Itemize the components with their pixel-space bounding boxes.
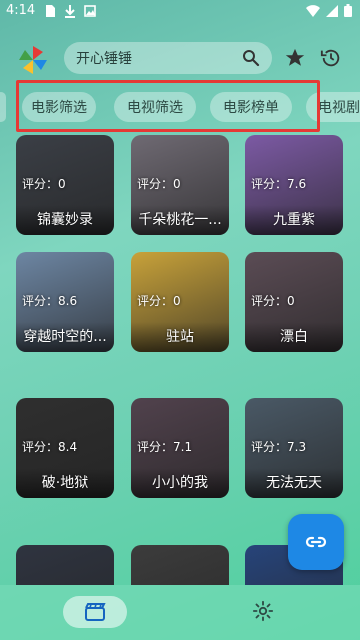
nav-settings-button[interactable] — [252, 600, 274, 626]
movie-score: 评分：0 — [251, 294, 295, 308]
movie-card[interactable] — [131, 545, 229, 585]
tab-partial-left[interactable] — [0, 92, 6, 122]
movie-title: 驻站 — [131, 322, 229, 352]
movie-title: 锦囊妙录 — [16, 205, 114, 235]
top-bar: 开心锤锤 — [0, 40, 360, 80]
movie-title: 穿越时空的... — [16, 322, 114, 352]
movie-card[interactable]: 评分：7.1 小小的我 — [131, 398, 229, 498]
movie-card[interactable]: 评分：8.6 穿越时空的... — [16, 252, 114, 352]
battery-icon — [344, 4, 352, 17]
movie-title: 破·地狱 — [16, 468, 114, 498]
movie-score: 评分：8.4 — [22, 440, 78, 454]
status-bar: 4:14 — [0, 0, 360, 24]
search-text: 开心锤锤 — [76, 51, 132, 67]
star-icon[interactable] — [284, 47, 306, 69]
movie-title: 无法无天 — [245, 468, 343, 498]
history-icon[interactable] — [320, 47, 342, 69]
nav-movies-button[interactable] — [63, 596, 127, 628]
movie-score: 评分：7.3 — [251, 440, 307, 454]
wifi-icon — [306, 4, 320, 17]
status-left-icons — [44, 4, 96, 18]
search-input[interactable]: 开心锤锤 — [64, 42, 272, 74]
movie-card[interactable]: 评分：7.6 九重紫 — [245, 135, 343, 235]
movie-card[interactable]: 评分：0 漂白 — [245, 252, 343, 352]
search-icon[interactable] — [242, 49, 260, 67]
movie-score: 评分：0 — [137, 294, 181, 308]
download-icon — [65, 5, 75, 18]
movie-title: 漂白 — [245, 322, 343, 352]
gear-icon — [252, 600, 274, 622]
movie-title: 九重紫 — [245, 205, 343, 235]
movie-score: 评分：0 — [137, 177, 181, 191]
movie-score: 评分：0 — [22, 177, 66, 191]
highlight-box — [16, 80, 320, 132]
movie-card[interactable] — [16, 545, 114, 585]
poster-image — [131, 545, 229, 585]
movie-score: 评分：7.1 — [137, 440, 193, 454]
sim-card-icon — [46, 5, 55, 17]
image-icon — [84, 5, 96, 17]
movie-score: 评分：7.6 — [251, 177, 307, 191]
movie-card[interactable]: 评分：0 驻站 — [131, 252, 229, 352]
movie-title: 千朵桃花一... — [131, 205, 229, 235]
poster-image — [16, 545, 114, 585]
movie-card[interactable]: 评分：0 锦囊妙录 — [16, 135, 114, 235]
signal-icon — [326, 4, 338, 17]
bottom-nav — [0, 585, 360, 640]
movie-card[interactable]: 评分：0 千朵桃花一... — [131, 135, 229, 235]
link-icon — [305, 536, 327, 548]
movie-title: 小小的我 — [131, 468, 229, 498]
link-button[interactable] — [288, 514, 344, 570]
pinwheel-logo-icon[interactable] — [17, 44, 49, 76]
status-time: 4:14 — [6, 3, 36, 18]
status-right-icons — [306, 4, 352, 17]
movie-card[interactable]: 评分：7.3 无法无天 — [245, 398, 343, 498]
movie-card[interactable]: 评分：8.4 破·地狱 — [16, 398, 114, 498]
clapperboard-icon — [85, 603, 106, 621]
movie-score: 评分：8.6 — [22, 294, 78, 308]
